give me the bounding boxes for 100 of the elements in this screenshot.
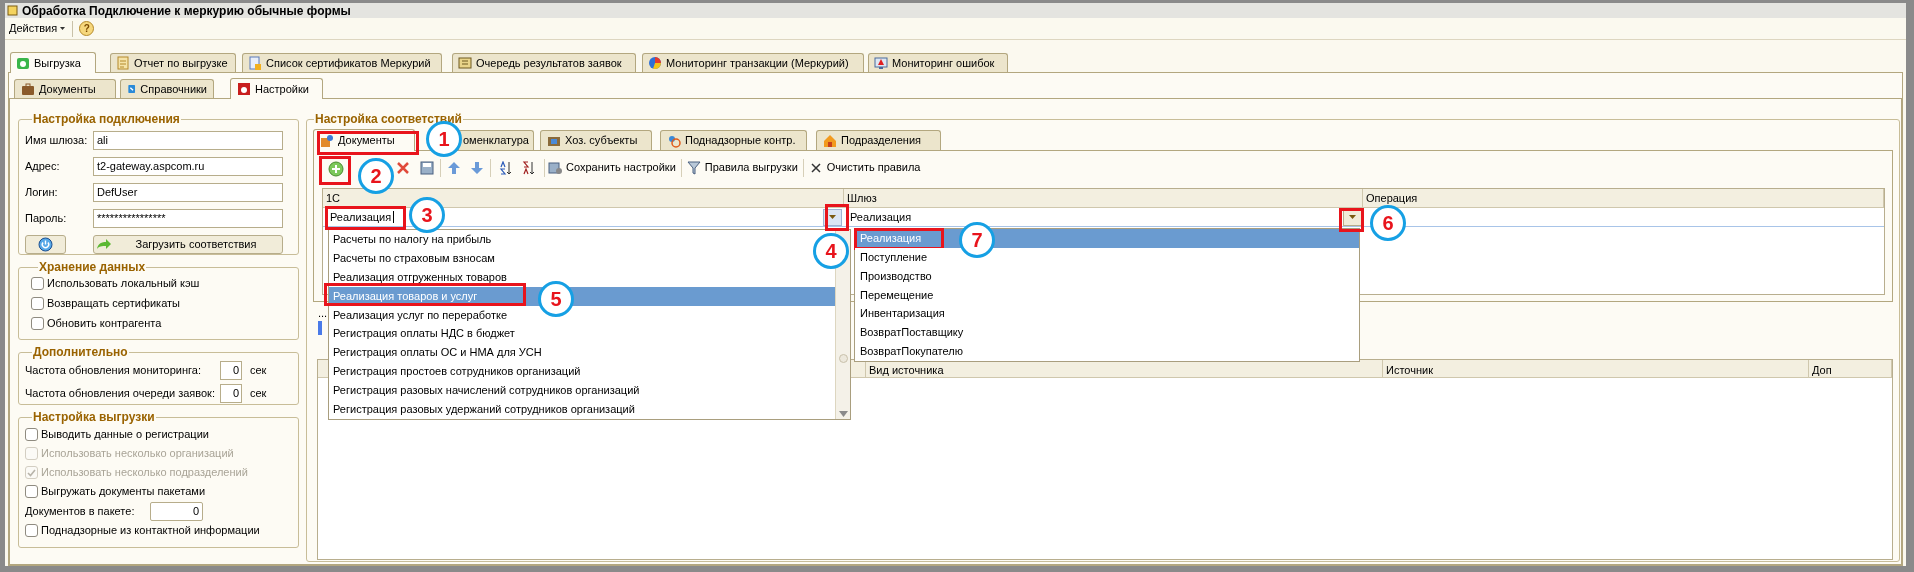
checkbox-label: Использовать локальный кэш xyxy=(47,276,200,292)
field-label: Частота обновления очереди заявок: xyxy=(25,385,216,401)
checkbox-label: Обновить контрагента xyxy=(47,316,162,332)
close-icon xyxy=(808,160,823,175)
group-title: Настройка подключения xyxy=(32,112,181,126)
list-item[interactable]: Расчеты по страховым взносам xyxy=(333,251,495,265)
checkbox[interactable] xyxy=(25,524,38,537)
group-title: Настройка выгрузки xyxy=(32,410,156,424)
list-item[interactable]: Регистрация оплаты ОС и НМА для УСН xyxy=(333,346,542,360)
checkbox-label: Поднадзорные из контактной информации xyxy=(41,523,260,539)
tab[interactable]: Мониторинг транзакции (Меркурий) xyxy=(642,53,864,72)
actions-menu[interactable]: Действия xyxy=(8,19,67,38)
table-cell: Реализация xyxy=(850,210,912,224)
tab-icon xyxy=(248,56,262,70)
clear-rules-button[interactable]: Очистить правила xyxy=(805,157,924,178)
scroll-thumb-icon xyxy=(838,354,848,363)
window-title: Обработка Подключение к меркурию обычные формы xyxy=(22,2,351,20)
group-title: Хранение данных xyxy=(38,260,147,274)
input-field[interactable]: t2-gateway.aspcom.ru xyxy=(93,156,283,176)
tab-icon xyxy=(874,56,888,70)
input-field[interactable]: 0 xyxy=(220,360,242,380)
tab[interactable]: оменклатура xyxy=(458,130,534,150)
column-header: Шлюз xyxy=(847,190,877,206)
sort-ascending-icon xyxy=(499,160,513,175)
power-icon xyxy=(38,236,53,252)
list-item[interactable]: Регистрация разовых удержаний сотрудников организаций xyxy=(333,403,635,417)
ellipsis-text: ... xyxy=(318,308,328,318)
input-field[interactable]: 0 xyxy=(220,383,242,403)
tab[interactable]: Список сертификатов Меркурий xyxy=(242,53,442,72)
tab-icon xyxy=(320,133,334,148)
tab[interactable]: Выгрузка xyxy=(10,52,96,73)
tab[interactable]: Хоз. субъекты xyxy=(540,130,652,150)
list-item[interactable]: Регистрация разовых начислений сотрудников организаций xyxy=(333,384,640,398)
save-icon xyxy=(420,160,434,175)
tab-icon xyxy=(648,56,662,70)
unit-label: сек xyxy=(250,362,267,378)
checkbox[interactable] xyxy=(31,297,44,310)
save-button[interactable] xyxy=(418,158,436,177)
tab-icon xyxy=(21,82,35,96)
field-label: Документов в пакете: xyxy=(25,503,136,519)
list-item[interactable]: Регистрация простоев сотрудников организаций xyxy=(333,365,581,379)
checkbox[interactable] xyxy=(25,485,38,498)
disk-gear-icon xyxy=(548,160,562,175)
list-item[interactable]: Поступление xyxy=(860,250,927,264)
add-button[interactable] xyxy=(327,160,345,178)
tab[interactable]: Настройки xyxy=(230,78,323,99)
list-item[interactable]: Расчеты по налогу на прибыль xyxy=(333,232,492,246)
tab-icon xyxy=(667,133,681,148)
checkbox-label: Использовать несколько подразделений xyxy=(41,465,248,481)
list-item[interactable]: Реализация услуг по переработке xyxy=(333,308,508,322)
field-label: Логин: xyxy=(25,184,59,200)
tab[interactable]: Справочники xyxy=(120,79,214,98)
input-field[interactable]: **************** xyxy=(93,208,283,228)
field-label: Пароль: xyxy=(25,210,68,226)
tab[interactable]: Поднадзорные контр. xyxy=(660,130,807,150)
tab[interactable]: Отчет по выгрузке xyxy=(110,53,236,72)
column-header: Вид источника xyxy=(869,364,944,376)
help-button[interactable]: ? xyxy=(79,21,95,36)
field-label: Адрес: xyxy=(25,158,61,174)
checkbox[interactable] xyxy=(31,277,44,290)
delete-icon xyxy=(396,160,410,175)
check-icon xyxy=(27,468,36,477)
list-item[interactable]: Инвентаризация xyxy=(860,307,945,321)
marker-bar xyxy=(318,321,322,335)
table-cell: Реализация xyxy=(330,210,392,224)
list-item[interactable]: ВозвратПоставщику xyxy=(860,326,964,340)
column-header: Операция xyxy=(1366,190,1418,206)
field-label: Имя шлюза: xyxy=(25,132,89,148)
export-rules-button[interactable]: Правила выгрузки xyxy=(683,157,801,178)
caret-icon xyxy=(829,215,836,219)
checkbox-label: Выгружать документы пакетами xyxy=(41,484,206,500)
tab-icon xyxy=(16,56,30,70)
highlight-frame xyxy=(1339,208,1364,232)
power-button[interactable] xyxy=(25,234,66,254)
tab-icon xyxy=(458,56,472,70)
tab[interactable]: Документы xyxy=(14,79,116,98)
checkbox[interactable] xyxy=(25,428,38,441)
checkbox-label: Выводить данные о регистрации xyxy=(41,427,209,443)
move-up-icon xyxy=(447,160,461,175)
checkbox[interactable] xyxy=(31,317,44,330)
add-icon xyxy=(328,161,344,177)
tab[interactable]: Мониторинг ошибок xyxy=(868,53,1008,72)
checkbox-label: Возвращать сертификаты xyxy=(47,296,180,312)
list-item[interactable]: Регистрация оплаты НДС в бюджет xyxy=(333,327,515,341)
save-settings-button[interactable]: Сохранить настройки xyxy=(545,157,679,178)
list-item[interactable]: Перемещение xyxy=(860,288,934,302)
tab-icon xyxy=(127,82,137,96)
list-item[interactable]: ВозвратПокупателю xyxy=(860,345,963,359)
tab[interactable]: Очередь результатов заявок xyxy=(452,53,636,72)
tab[interactable]: Подразделения xyxy=(816,130,941,150)
arrow-icon xyxy=(96,238,112,250)
input-field[interactable]: ali xyxy=(93,130,283,150)
filter-icon xyxy=(686,160,701,175)
caret-icon xyxy=(60,27,66,30)
list-item[interactable]: Производство xyxy=(860,269,932,283)
list-item[interactable]: Реализация отгруженных товаров xyxy=(333,270,507,284)
load-button[interactable]: Загрузить соответствия xyxy=(93,234,283,254)
input-field[interactable]: 0 xyxy=(150,501,203,521)
input-field[interactable]: DefUser xyxy=(93,182,283,202)
scroll-down-icon xyxy=(838,411,848,417)
